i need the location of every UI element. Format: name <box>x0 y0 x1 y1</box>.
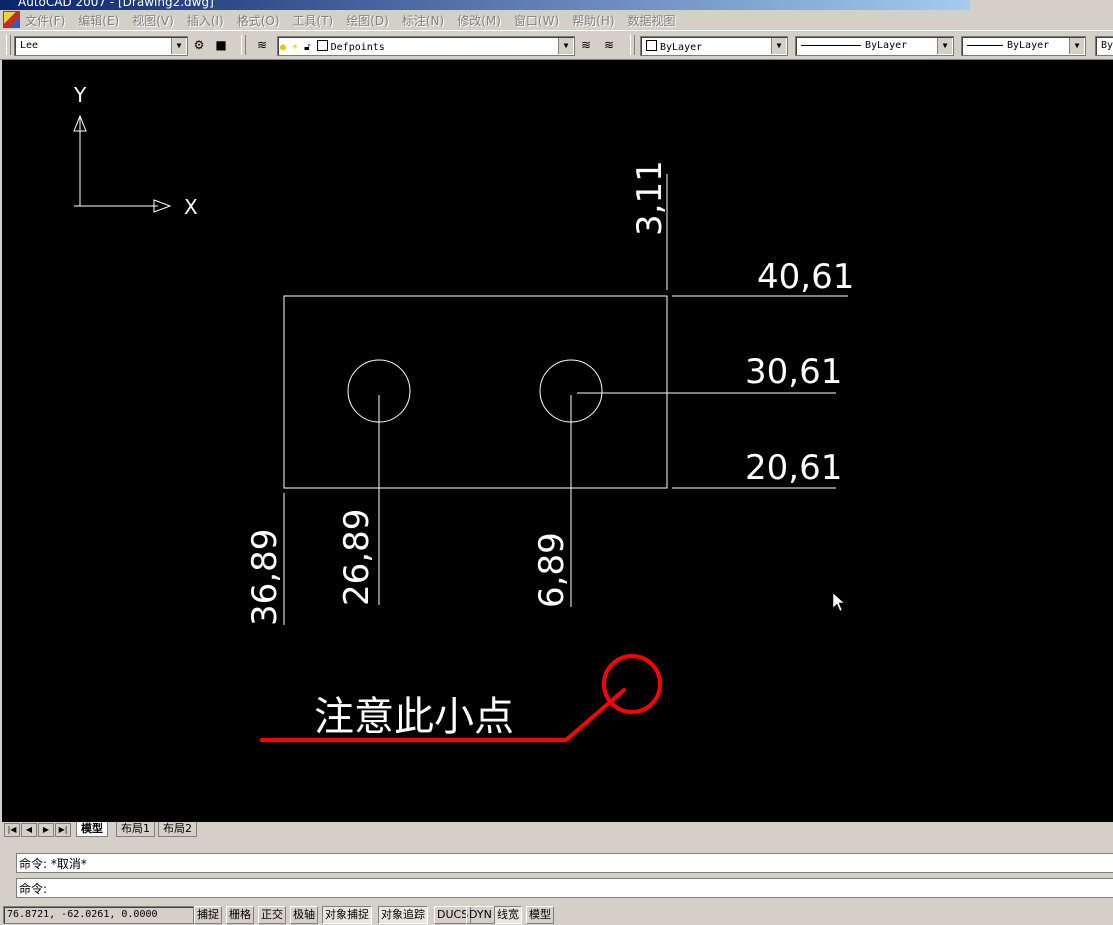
layer-dropdown[interactable]: ● ☀ 🔓︎ Defpoints ▼ <box>277 36 575 56</box>
menu-window[interactable]: 窗口(W) <box>514 12 559 29</box>
tab-model[interactable]: 模型 <box>76 822 108 837</box>
chevron-down-icon: ▼ <box>937 38 952 54</box>
layer-on-bulb-icon[interactable]: ● <box>280 42 286 53</box>
polar-toggle[interactable]: 极轴 <box>290 906 318 924</box>
toolbar-grip[interactable] <box>241 35 246 55</box>
make-object-layer-current-icon[interactable]: ≋ <box>578 37 594 53</box>
autocad-app-icon[interactable] <box>3 11 20 28</box>
layer-color-swatch <box>316 40 328 51</box>
first-tab-icon[interactable]: |◀ <box>4 823 20 837</box>
tab-layout2[interactable]: 布局2 <box>158 822 197 837</box>
menu-help[interactable]: 帮助(H) <box>572 12 614 29</box>
menu-draw[interactable]: 绘图(D) <box>346 12 389 29</box>
menu-bar: 文件(F) 编辑(E) 视图(V) 插入(I) 格式(O) 工具(T) 绘图(D… <box>0 10 1113 30</box>
properties-toolbar: Lee ▼ ⚙ ■ ≋ ● ☀ 🔓︎ Defpoints ▼ ≋ ≋ ByLay… <box>0 30 1113 60</box>
menu-view[interactable]: 视图(V) <box>132 12 174 29</box>
command-history: 命令: *取消* <box>16 853 1113 873</box>
last-tab-icon[interactable]: ▶| <box>55 823 71 837</box>
menu-format[interactable]: 格式(O) <box>237 12 280 29</box>
annotation-text: 注意此小点 <box>314 694 514 740</box>
ucs-x-label: X <box>184 195 198 219</box>
menu-insert[interactable]: 插入(I) <box>187 12 224 29</box>
command-input[interactable]: 命令: <box>16 878 1113 898</box>
dim-left-hole[interactable]: 26,89 <box>337 509 377 606</box>
dim-left-outer[interactable]: 36,89 <box>245 529 285 626</box>
model-space-drawing: Y X 3,11 40,61 30,61 20,61 36,89 26,89 6… <box>73 83 854 742</box>
layout-tab-bar: |◀ ◀ ▶ ▶| 模型 布局1 布局2 <box>0 822 1113 838</box>
chevron-down-icon: ▼ <box>558 38 573 54</box>
grid-toggle[interactable]: 栅格 <box>226 906 254 924</box>
dim-right-hole[interactable]: 6,89 <box>532 532 572 608</box>
title-bar: AutoCAD 2007 - [Drawing2.dwg] <box>0 0 970 10</box>
drawing-canvas[interactable]: Y X 3,11 40,61 30,61 20,61 36,89 26,89 6… <box>2 60 1113 822</box>
otrack-toggle[interactable]: 对象追踪 <box>378 906 428 924</box>
coordinate-readout[interactable]: 76.8721, -62.0261, 0.0000 <box>3 906 194 924</box>
linetype-sample <box>801 44 861 46</box>
menu-data-view[interactable]: 数据视图 <box>628 12 676 29</box>
menu-file[interactable]: 文件(F) <box>25 12 65 29</box>
dim-right-mid[interactable]: 30,61 <box>745 352 842 392</box>
workspace-settings-icon[interactable]: ⚙ <box>191 37 207 53</box>
menu-dimension[interactable]: 标注(N) <box>402 12 444 29</box>
ucs-icon <box>73 114 172 213</box>
dim-right-bottom[interactable]: 20,61 <box>745 448 842 488</box>
color-dropdown[interactable]: ByLayer ▼ <box>640 36 788 56</box>
lineweight-dropdown[interactable]: ByLayer ▼ <box>961 36 1086 56</box>
lineweight-sample <box>967 44 1003 46</box>
dim-right-top[interactable]: 40,61 <box>757 257 854 297</box>
annotation-circle <box>602 654 662 714</box>
red-annotation: 注意此小点 <box>260 654 662 742</box>
prev-tab-icon[interactable]: ◀ <box>21 823 37 837</box>
layer-properties-icon[interactable]: ≋ <box>254 37 270 53</box>
layer-name: Defpoints <box>330 42 385 53</box>
menu-modify[interactable]: 修改(M) <box>457 12 501 29</box>
window-title: AutoCAD 2007 - [Drawing2.dwg] <box>18 0 214 9</box>
layer-freeze-sun-icon[interactable]: ☀ <box>292 42 298 53</box>
mouse-cursor-icon <box>832 592 845 612</box>
tab-layout1[interactable]: 布局1 <box>116 822 155 837</box>
ucs-y-label: Y <box>73 83 87 107</box>
chevron-down-icon: ▼ <box>171 38 186 54</box>
menu-edit[interactable]: 编辑(E) <box>78 12 119 29</box>
layer-previous-icon[interactable]: ≋ <box>601 37 617 53</box>
command-window: 命令: *取消* 命令: <box>0 840 1113 902</box>
osnap-toggle[interactable]: 对象捕捉 <box>322 906 372 924</box>
model-toggle[interactable]: 模型 <box>526 906 554 924</box>
ortho-toggle[interactable]: 正交 <box>258 906 286 924</box>
lineweight-toggle[interactable]: 线宽 <box>494 906 522 924</box>
save-workspace-icon[interactable]: ■ <box>213 37 229 53</box>
workspace-dropdown[interactable]: Lee ▼ <box>14 36 188 56</box>
status-bar: 76.8721, -62.0261, 0.0000 捕捉 栅格 正交 极轴 对象… <box>0 904 1113 925</box>
next-tab-icon[interactable]: ▶ <box>38 823 54 837</box>
snap-toggle[interactable]: 捕捉 <box>194 906 222 924</box>
dim-top[interactable]: 3,11 <box>630 160 670 236</box>
chevron-down-icon: ▼ <box>1069 38 1084 54</box>
linetype-dropdown[interactable]: ByLayer ▼ <box>795 36 954 56</box>
dyn-toggle[interactable]: DYN <box>466 906 495 924</box>
menu-tools[interactable]: 工具(T) <box>293 12 334 29</box>
layer-lock-icon[interactable]: 🔓︎ <box>304 42 310 53</box>
toolbar-grip[interactable] <box>630 35 635 55</box>
color-swatch <box>646 40 657 51</box>
plate-rectangle[interactable] <box>283 295 668 489</box>
plotstyle-dropdown[interactable]: By <box>1095 36 1113 56</box>
chevron-down-icon: ▼ <box>771 38 786 54</box>
toolbar-grip[interactable] <box>6 35 11 55</box>
